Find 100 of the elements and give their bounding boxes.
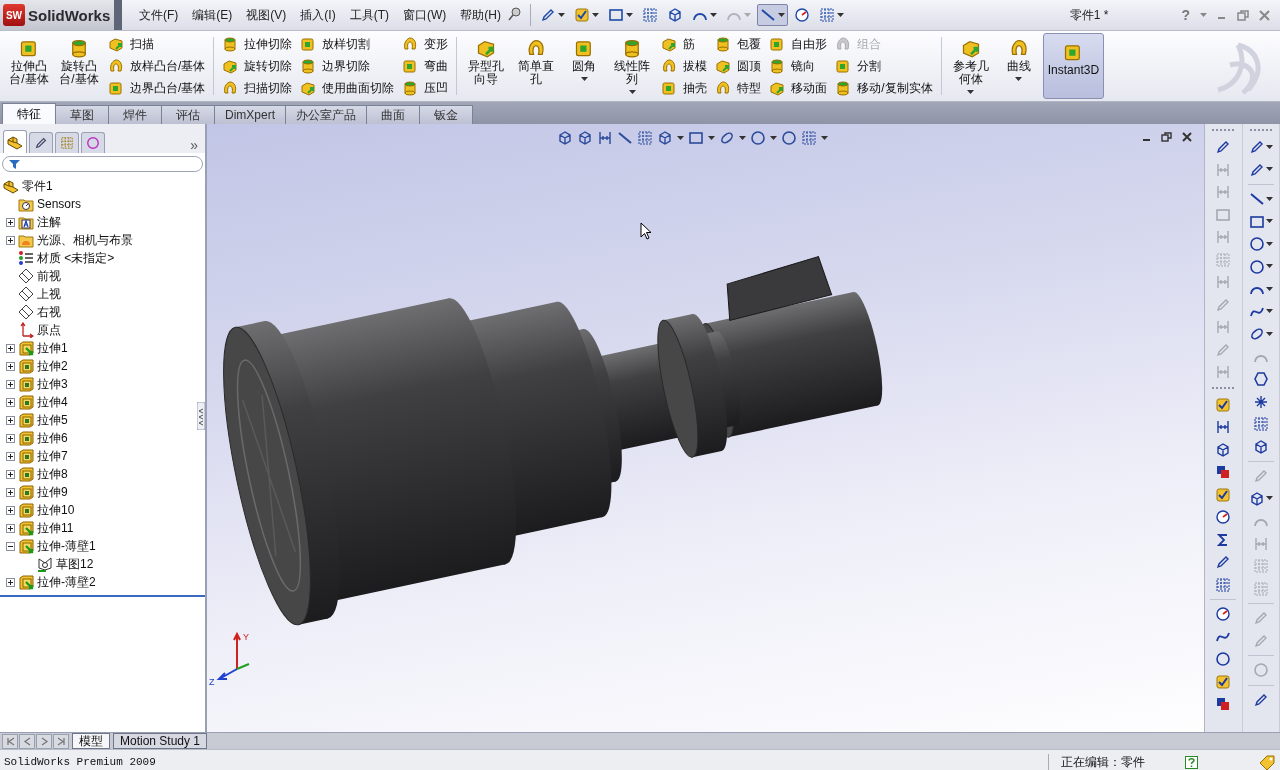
caret-icon[interactable] bbox=[1265, 241, 1273, 247]
ribbon-button[interactable]: 线性阵列 bbox=[608, 33, 657, 99]
expand-icon[interactable] bbox=[6, 343, 15, 353]
ribbon-button[interactable]: 扫描切除 bbox=[222, 79, 293, 97]
tab[interactable]: DimXpert bbox=[214, 105, 286, 124]
expand-icon[interactable] bbox=[6, 235, 15, 245]
tree-item[interactable]: 拉伸4 bbox=[37, 393, 68, 411]
ribbon-button[interactable]: 圆角 bbox=[562, 33, 607, 99]
ribbon-button[interactable]: Instant3D bbox=[1042, 33, 1105, 99]
caret-icon[interactable] bbox=[770, 135, 777, 141]
nav-button[interactable] bbox=[53, 733, 69, 749]
caret-icon[interactable] bbox=[580, 77, 588, 82]
tree-item[interactable]: 前视 bbox=[37, 267, 61, 285]
nav-button[interactable] bbox=[36, 733, 52, 749]
caret-icon[interactable] bbox=[626, 12, 633, 18]
tree-item[interactable]: 拉伸11 bbox=[37, 519, 74, 537]
ribbon-button[interactable]: 异型孔向导 bbox=[462, 33, 511, 99]
ribbon-button[interactable]: 拉伸切除 bbox=[222, 35, 293, 53]
tab[interactable]: Motion Study 1 bbox=[113, 733, 208, 749]
menu-item[interactable]: 编辑(E) bbox=[185, 3, 240, 27]
ribbon-button[interactable]: 弯曲 bbox=[402, 57, 449, 75]
ribbon-button[interactable]: 边界切除 bbox=[300, 57, 395, 75]
caret-icon[interactable] bbox=[821, 135, 828, 141]
caret-icon[interactable] bbox=[628, 90, 636, 95]
line-icon[interactable] bbox=[617, 130, 633, 146]
caret-icon[interactable] bbox=[708, 135, 715, 141]
line-icon[interactable] bbox=[1248, 191, 1265, 208]
ribbon-button[interactable]: 扫描 bbox=[108, 35, 206, 53]
ribbon-button[interactable]: 参考几何体 bbox=[946, 33, 995, 99]
ribbon-button[interactable]: 移动/复制实体 bbox=[835, 79, 933, 97]
ribbon-button[interactable]: 包覆 bbox=[715, 35, 762, 53]
expand-icon[interactable] bbox=[6, 397, 15, 407]
expand-icon[interactable] bbox=[6, 451, 15, 461]
expand-icon[interactable] bbox=[6, 469, 15, 479]
expand-icon[interactable] bbox=[6, 379, 15, 389]
grid-icon[interactable] bbox=[1252, 416, 1269, 433]
ribbon-button[interactable]: 圆顶 bbox=[715, 57, 762, 75]
tree-item[interactable]: 拉伸-薄壁1 bbox=[37, 537, 96, 555]
squares-icon[interactable] bbox=[1215, 464, 1232, 481]
tree-item[interactable]: 注解 bbox=[37, 213, 61, 231]
ribbon-button[interactable]: 筋 bbox=[661, 35, 708, 53]
tab[interactable]: 特征 bbox=[2, 103, 56, 124]
filter-field[interactable] bbox=[2, 156, 203, 172]
ribbon-button[interactable]: 放样凸台/基体 bbox=[108, 57, 206, 75]
grid-icon[interactable] bbox=[637, 130, 653, 146]
ribbon-button[interactable]: 压凹 bbox=[402, 79, 449, 97]
asterisk-icon[interactable] bbox=[1252, 393, 1269, 410]
circle-icon[interactable] bbox=[1215, 651, 1232, 668]
tree-item[interactable]: 光源、相机与布景 bbox=[37, 231, 133, 249]
caret-icon[interactable] bbox=[837, 12, 844, 18]
ribbon-button[interactable]: 边界凸台/基体 bbox=[108, 79, 206, 97]
tab[interactable]: 办公室产品 bbox=[285, 105, 367, 124]
caret-icon[interactable] bbox=[1265, 309, 1273, 315]
hexagon-icon[interactable] bbox=[1252, 371, 1269, 388]
caret-icon[interactable] bbox=[739, 135, 746, 141]
tree-item[interactable]: 拉伸8 bbox=[37, 465, 68, 483]
checkmark-icon[interactable] bbox=[1215, 396, 1232, 413]
caret-icon[interactable] bbox=[1265, 496, 1273, 502]
caret-icon[interactable] bbox=[1265, 264, 1273, 270]
tab[interactable]: 模型 bbox=[72, 733, 110, 749]
circle-icon[interactable] bbox=[781, 130, 797, 146]
toolbar-button[interactable] bbox=[757, 4, 788, 26]
gauge-icon[interactable] bbox=[1215, 509, 1232, 526]
caret-icon[interactable] bbox=[1265, 196, 1273, 202]
tab[interactable]: 曲面 bbox=[366, 105, 420, 124]
caret-icon[interactable] bbox=[1265, 144, 1273, 150]
caret-icon[interactable] bbox=[558, 12, 565, 18]
circle-icon[interactable] bbox=[750, 130, 766, 146]
caret-icon[interactable] bbox=[1265, 331, 1273, 337]
nav-button[interactable] bbox=[2, 733, 18, 749]
ruler-icon[interactable] bbox=[597, 130, 613, 146]
ribbon-button[interactable]: 分割 bbox=[835, 57, 933, 75]
caret-icon[interactable] bbox=[1015, 77, 1023, 82]
cube-icon[interactable] bbox=[557, 130, 573, 146]
tree-item[interactable]: 拉伸6 bbox=[37, 429, 68, 447]
tree-item[interactable]: 拉伸1 bbox=[37, 339, 68, 357]
ribbon-button[interactable]: 镜向 bbox=[769, 57, 828, 75]
collapse-icon[interactable] bbox=[6, 541, 15, 551]
panel-tab[interactable] bbox=[29, 132, 53, 153]
checkmark-icon[interactable] bbox=[1215, 486, 1232, 503]
gauge-icon[interactable] bbox=[1215, 606, 1232, 623]
more-button[interactable]: » bbox=[190, 137, 198, 153]
expand-icon[interactable] bbox=[6, 523, 15, 533]
tree-item[interactable]: 拉伸2 bbox=[37, 357, 68, 375]
tree-item[interactable]: 拉伸9 bbox=[37, 483, 68, 501]
tree-item[interactable]: 拉伸-薄壁2 bbox=[37, 573, 96, 591]
caret-icon[interactable] bbox=[592, 12, 599, 18]
pencil-icon[interactable] bbox=[1248, 161, 1265, 178]
caret-icon[interactable] bbox=[1265, 167, 1273, 173]
expand-icon[interactable] bbox=[6, 505, 15, 515]
ribbon-button[interactable]: 自由形 bbox=[769, 35, 828, 53]
tree-item[interactable]: 拉伸5 bbox=[37, 411, 68, 429]
expand-icon[interactable] bbox=[6, 415, 15, 425]
caret-icon[interactable] bbox=[710, 12, 717, 18]
menu-item[interactable]: 视图(V) bbox=[239, 3, 294, 27]
tree-item[interactable]: 原点 bbox=[37, 321, 61, 339]
squares-icon[interactable] bbox=[1215, 696, 1232, 713]
caret-icon[interactable] bbox=[778, 12, 785, 18]
cube-icon[interactable] bbox=[657, 130, 673, 146]
help-icon[interactable] bbox=[1185, 755, 1198, 769]
